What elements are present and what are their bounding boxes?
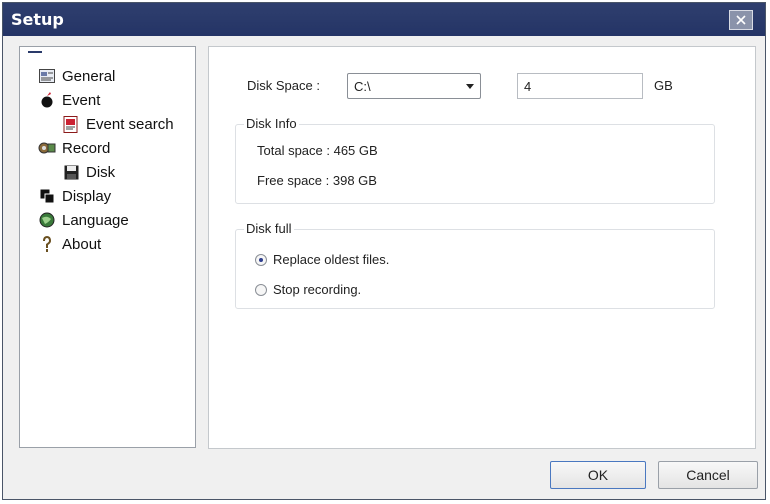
tree-item-display[interactable]: Display (38, 185, 111, 207)
tree-label-display: Display (62, 187, 112, 205)
tree-label-event-search: Event search (86, 115, 174, 133)
disk-info-legend: Disk Info (244, 116, 299, 131)
radio-button-selected[interactable] (255, 253, 267, 266)
disk-info-group: Disk Info Total space : 465 GB Free spac… (235, 116, 715, 204)
replace-oldest-option[interactable]: Replace oldest files. (255, 252, 389, 267)
stop-recording-option[interactable]: Stop recording. (255, 282, 361, 297)
tree-label-record: Record (62, 139, 111, 157)
tree-item-disk[interactable]: Disk (62, 161, 115, 183)
stop-recording-label: Stop recording. (273, 282, 362, 297)
tree-item-about[interactable]: About (38, 233, 101, 255)
tree-item-event[interactable]: Event (38, 89, 100, 111)
event-icon (38, 91, 56, 109)
total-space-text: Total space : 465 GB (257, 143, 378, 158)
tree-label-general: General (62, 67, 116, 85)
disk-full-group: Disk full Replace oldest files. Stop rec… (235, 221, 715, 309)
settings-tree: General Event Event search Record Disk D… (19, 46, 196, 448)
replace-oldest-label: Replace oldest files. (273, 252, 390, 267)
disk-full-legend: Disk full (244, 221, 294, 236)
tree-item-general[interactable]: General (38, 65, 115, 87)
close-icon (736, 15, 746, 25)
display-icon (38, 187, 56, 205)
record-icon (38, 139, 56, 157)
setup-window: Setup General Event Event search Record … (2, 2, 766, 500)
about-icon (38, 235, 56, 253)
window-title: Setup (11, 10, 64, 29)
tree-item-language[interactable]: Language (38, 209, 129, 231)
chevron-down-icon (466, 84, 474, 89)
free-space-text: Free space : 398 GB (257, 173, 377, 188)
disk-space-label: Disk Space : (247, 78, 320, 93)
language-icon (38, 211, 56, 229)
event-search-icon (62, 115, 80, 133)
title-bar: Setup (3, 3, 765, 36)
tree-label-about: About (62, 235, 102, 253)
tree-label-disk: Disk (86, 163, 116, 181)
size-unit-label: GB (654, 78, 673, 93)
drive-select-value: C:\ (354, 79, 371, 94)
cancel-button[interactable]: Cancel (658, 461, 758, 489)
close-button[interactable] (729, 10, 753, 30)
general-icon (38, 67, 56, 85)
tree-collapse-line (28, 51, 42, 53)
tree-item-event-search[interactable]: Event search (62, 113, 174, 135)
disk-size-input[interactable] (517, 73, 643, 99)
ok-button[interactable]: OK (550, 461, 646, 489)
radio-button[interactable] (255, 283, 267, 296)
drive-select[interactable]: C:\ (347, 73, 481, 99)
tree-label-event: Event (62, 91, 101, 109)
disk-settings-panel: Disk Space : C:\ GB Disk Info Total spac… (208, 46, 756, 449)
tree-item-record[interactable]: Record (38, 137, 110, 159)
tree-label-language: Language (62, 211, 129, 229)
disk-icon (62, 163, 80, 181)
